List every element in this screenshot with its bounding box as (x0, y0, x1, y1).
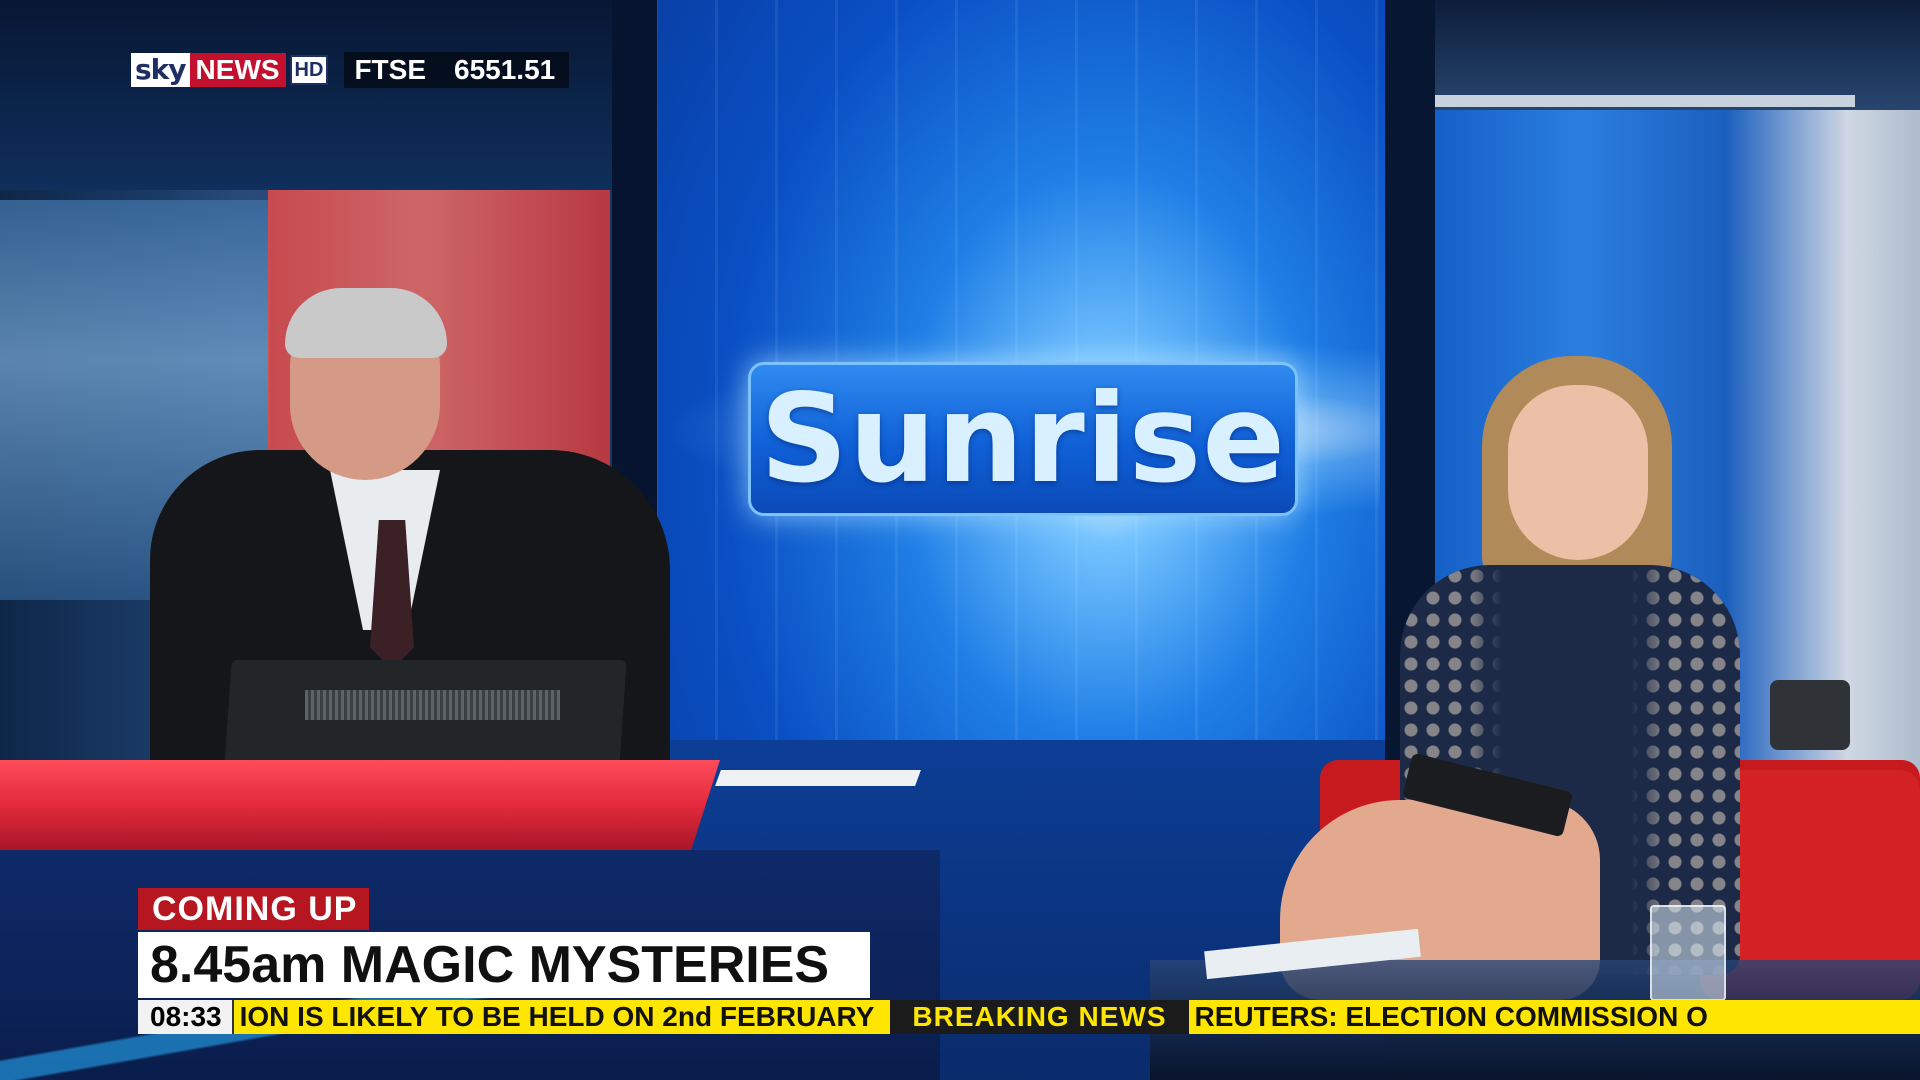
market-index-value: 6551.51 (436, 52, 570, 88)
breaking-news-label: BREAKING NEWS (890, 1000, 1189, 1034)
studio-right-frame (1435, 95, 1855, 107)
market-index-label: FTSE (344, 52, 436, 88)
channel-bug: sky NEWS HD FTSE 6551.51 (131, 52, 570, 88)
news-logo: NEWS (189, 53, 286, 87)
sky-logo: sky (131, 53, 190, 87)
sunrise-logo-text: Sunrise (760, 368, 1286, 510)
desk-phone (1770, 680, 1850, 750)
ticker-text-1: ION IS LIKELY TO BE HELD ON 2nd FEBRUARY (239, 1001, 875, 1032)
ticker-clock: 08:33 (138, 1000, 234, 1034)
ticker-text-2: REUTERS: ELECTION COMMISSION O (1194, 1001, 1708, 1032)
desk-monitor-vent (305, 690, 560, 720)
lower-third-headline: 8.45am MAGIC MYSTERIES (138, 932, 870, 998)
presenter-female-head (1508, 385, 1648, 560)
broadcast-frame: Sunrise sky NEWS HD FTSE 6551.51 COMING … (0, 0, 1920, 1080)
studio-right-ceiling (1435, 0, 1920, 110)
water-glass (1650, 905, 1726, 1001)
studio-left-ceiling (0, 0, 612, 190)
desk-papers (715, 770, 921, 786)
hd-badge: HD (289, 55, 329, 85)
news-ticker: 08:33 ION IS LIKELY TO BE HELD ON 2nd FE… (138, 1000, 1920, 1034)
coming-up-tag: COMING UP (138, 888, 370, 930)
sunrise-logo: Sunrise (748, 362, 1298, 516)
presenter-male-hair (285, 288, 447, 358)
news-desk-red-top (0, 760, 720, 850)
